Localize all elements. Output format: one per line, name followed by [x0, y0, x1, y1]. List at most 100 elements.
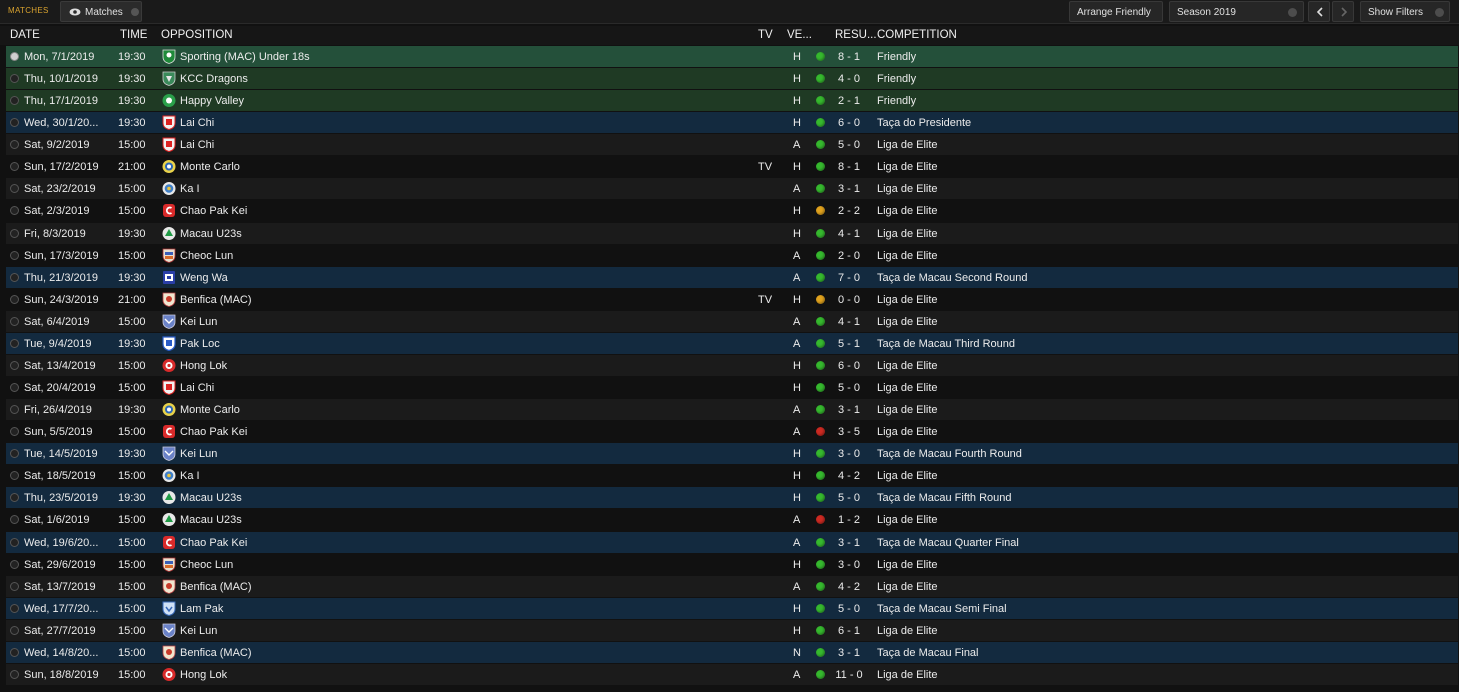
row-select-radio[interactable]: [10, 162, 19, 171]
row-select-radio[interactable]: [10, 251, 19, 260]
competition-name[interactable]: Liga de Elite: [877, 426, 938, 438]
row-select-radio[interactable]: [10, 471, 19, 480]
column-header-result[interactable]: RESU...: [835, 29, 877, 41]
match-result[interactable]: 5 - 0: [826, 382, 872, 394]
opposition-name[interactable]: Lai Chi: [180, 117, 214, 129]
match-row[interactable]: Sat, 13/4/2019 15:00 Hong Lok H 6 - 0 Liga de…: [6, 355, 1458, 376]
competition-name[interactable]: Taça de Macau Final: [877, 647, 979, 659]
column-header-tv[interactable]: TV: [758, 29, 773, 41]
dropdown-icon[interactable]: [131, 8, 139, 16]
competition-name[interactable]: Liga de Elite: [877, 316, 938, 328]
opposition-name[interactable]: Lai Chi: [180, 382, 214, 394]
match-row[interactable]: Sun, 17/2/2019 21:00 Monte Carlo TV H 8 - 1 Li…: [6, 156, 1458, 177]
arrange-friendly-button[interactable]: Arrange Friendly: [1069, 1, 1163, 22]
opposition-name[interactable]: Weng Wa: [180, 272, 228, 284]
match-result[interactable]: 3 - 0: [826, 448, 872, 460]
competition-name[interactable]: Liga de Elite: [877, 382, 938, 394]
competition-name[interactable]: Taça de Macau Third Round: [877, 338, 1015, 350]
match-row[interactable]: Wed, 19/6/20... 15:00 Chao Pak Kei A 3 - 1 Ta…: [6, 532, 1458, 553]
match-result[interactable]: 8 - 1: [826, 161, 872, 173]
column-header-time[interactable]: TIME: [120, 29, 147, 41]
competition-name[interactable]: Liga de Elite: [877, 581, 938, 593]
opposition-name[interactable]: Lai Chi: [180, 139, 214, 151]
match-result[interactable]: 6 - 0: [826, 360, 872, 372]
competition-name[interactable]: Liga de Elite: [877, 205, 938, 217]
match-result[interactable]: 11 - 0: [826, 669, 872, 681]
match-result[interactable]: 8 - 1: [826, 51, 872, 63]
row-select-radio[interactable]: [10, 604, 19, 613]
competition-name[interactable]: Liga de Elite: [877, 228, 938, 240]
row-select-radio[interactable]: [10, 184, 19, 193]
row-select-radio[interactable]: [10, 361, 19, 370]
opposition-name[interactable]: Hong Lok: [180, 669, 227, 681]
match-row[interactable]: Mon, 7/1/2019 19:30 Sporting (MAC) Under 1…: [6, 46, 1458, 67]
match-result[interactable]: 5 - 0: [826, 139, 872, 151]
opposition-name[interactable]: Chao Pak Kei: [180, 426, 247, 438]
match-row[interactable]: Sat, 23/2/2019 15:00 Ka I A 3 - 1 Liga de Eli…: [6, 178, 1458, 199]
match-row[interactable]: Sat, 13/7/2019 15:00 Benfica (MAC) A 4 - 2 Li…: [6, 576, 1458, 597]
match-result[interactable]: 3 - 1: [826, 183, 872, 195]
opposition-name[interactable]: Benfica (MAC): [180, 581, 252, 593]
competition-name[interactable]: Liga de Elite: [877, 161, 938, 173]
row-select-radio[interactable]: [10, 405, 19, 414]
opposition-name[interactable]: Sporting (MAC) Under 18s: [180, 51, 310, 63]
row-select-radio[interactable]: [10, 383, 19, 392]
opposition-name[interactable]: KCC Dragons: [180, 73, 248, 85]
opposition-name[interactable]: Ka I: [180, 183, 200, 195]
competition-name[interactable]: Liga de Elite: [877, 250, 938, 262]
competition-name[interactable]: Liga de Elite: [877, 183, 938, 195]
match-row[interactable]: Thu, 17/1/2019 19:30 Happy Valley H 2 - 1 Fri…: [6, 90, 1458, 111]
row-select-radio[interactable]: [10, 229, 19, 238]
row-select-radio[interactable]: [10, 427, 19, 436]
match-result[interactable]: 6 - 0: [826, 117, 872, 129]
opposition-name[interactable]: Monte Carlo: [180, 161, 240, 173]
row-select-radio[interactable]: [10, 648, 19, 657]
match-row[interactable]: Wed, 30/1/20... 19:30 Lai Chi H 6 - 0 Taça do…: [6, 112, 1458, 133]
row-select-radio[interactable]: [10, 96, 19, 105]
match-row[interactable]: Wed, 14/8/20... 15:00 Benfica (MAC) N 3 - 1 T…: [6, 642, 1458, 663]
opposition-name[interactable]: Kei Lun: [180, 316, 217, 328]
opposition-name[interactable]: Hong Lok: [180, 360, 227, 372]
row-select-radio[interactable]: [10, 52, 19, 61]
match-result[interactable]: 2 - 1: [826, 95, 872, 107]
match-result[interactable]: 2 - 2: [826, 205, 872, 217]
competition-name[interactable]: Liga de Elite: [877, 559, 938, 571]
matches-tab[interactable]: Matches: [60, 1, 142, 22]
row-select-radio[interactable]: [10, 670, 19, 679]
match-result[interactable]: 3 - 1: [826, 404, 872, 416]
column-header-competition[interactable]: COMPETITION: [877, 29, 957, 41]
opposition-name[interactable]: Chao Pak Kei: [180, 537, 247, 549]
row-select-radio[interactable]: [10, 74, 19, 83]
match-row[interactable]: Thu, 10/1/2019 19:30 KCC Dragons H 4 - 0 Frie…: [6, 68, 1458, 89]
match-result[interactable]: 4 - 2: [826, 581, 872, 593]
opposition-name[interactable]: Chao Pak Kei: [180, 205, 247, 217]
competition-name[interactable]: Taça do Presidente: [877, 117, 971, 129]
row-select-radio[interactable]: [10, 560, 19, 569]
next-season-button[interactable]: [1332, 1, 1354, 22]
opposition-name[interactable]: Cheoc Lun: [180, 559, 233, 571]
competition-name[interactable]: Liga de Elite: [877, 294, 938, 306]
opposition-name[interactable]: Happy Valley: [180, 95, 244, 107]
opposition-name[interactable]: Kei Lun: [180, 625, 217, 637]
match-result[interactable]: 2 - 0: [826, 250, 872, 262]
row-select-radio[interactable]: [10, 339, 19, 348]
match-row[interactable]: Sat, 20/4/2019 15:00 Lai Chi H 5 - 0 Liga de …: [6, 377, 1458, 398]
opposition-name[interactable]: Ka I: [180, 470, 200, 482]
row-select-radio[interactable]: [10, 582, 19, 591]
match-row[interactable]: Sat, 29/6/2019 15:00 Cheoc Lun H 3 - 0 Liga d…: [6, 554, 1458, 575]
match-result[interactable]: 5 - 0: [826, 603, 872, 615]
opposition-name[interactable]: Pak Loc: [180, 338, 220, 350]
competition-name[interactable]: Liga de Elite: [877, 404, 938, 416]
column-header-venue[interactable]: VE...: [787, 29, 812, 41]
match-row[interactable]: Thu, 21/3/2019 19:30 Weng Wa A 7 - 0 Taça de …: [6, 267, 1458, 288]
match-result[interactable]: 3 - 1: [826, 647, 872, 659]
match-row[interactable]: Sun, 17/3/2019 15:00 Cheoc Lun A 2 - 0 Liga d…: [6, 245, 1458, 266]
competition-name[interactable]: Taça de Macau Fifth Round: [877, 492, 1012, 504]
match-result[interactable]: 1 - 2: [826, 514, 872, 526]
opposition-name[interactable]: Benfica (MAC): [180, 294, 252, 306]
opposition-name[interactable]: Kei Lun: [180, 448, 217, 460]
opposition-name[interactable]: Benfica (MAC): [180, 647, 252, 659]
match-result[interactable]: 3 - 0: [826, 559, 872, 571]
opposition-name[interactable]: Cheoc Lun: [180, 250, 233, 262]
row-select-radio[interactable]: [10, 449, 19, 458]
